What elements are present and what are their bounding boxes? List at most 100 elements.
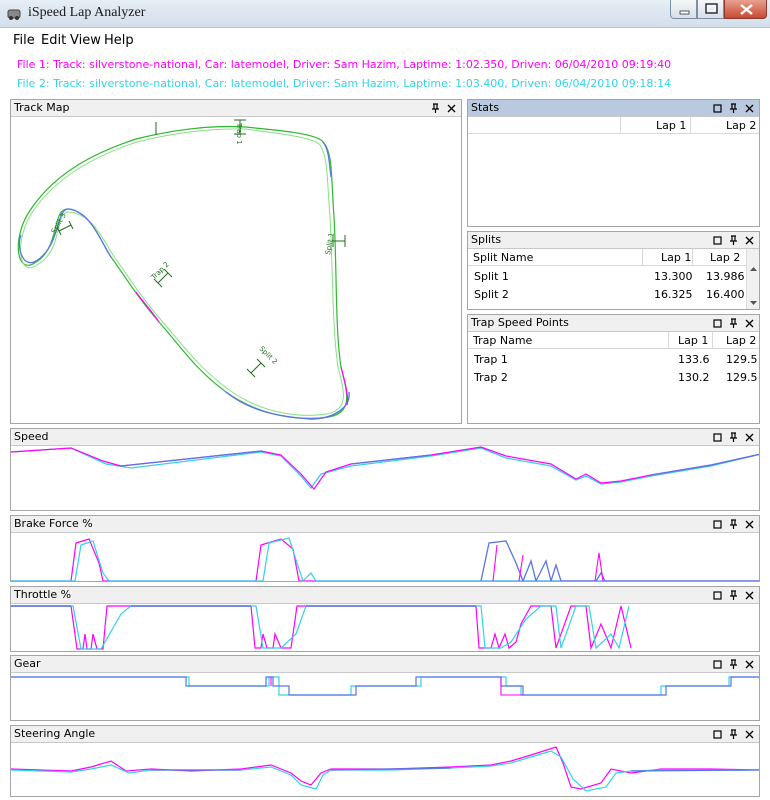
track-map-title: Track Map — [14, 101, 70, 114]
float-icon[interactable] — [712, 102, 723, 114]
close-icon[interactable] — [744, 518, 755, 530]
svg-text:Trap 2: Trap 2 — [149, 261, 171, 283]
float-icon[interactable] — [712, 728, 723, 740]
window-title: iSpeed Lap Analyzer — [28, 5, 146, 20]
stats-table: Lap 1 Lap 2 — [468, 117, 759, 226]
minimize-icon — [679, 10, 690, 15]
close-icon[interactable] — [744, 431, 755, 443]
speed-line-lap1 — [11, 446, 759, 490]
pin-icon[interactable] — [728, 317, 739, 329]
svg-text:Trap 1: Trap 1 — [235, 122, 243, 145]
splits-scrollbar[interactable] — [746, 249, 759, 309]
trap-speed-title: Trap Speed Points — [471, 316, 569, 329]
close-icon[interactable] — [744, 317, 755, 329]
throttle-panel: Throttle % — [10, 586, 760, 652]
brake-line-overlap — [480, 540, 759, 581]
maximize-button[interactable] — [697, 0, 724, 19]
table-row[interactable]: Trap 1 133.6 129.5 — [468, 351, 759, 369]
close-icon[interactable] — [744, 589, 755, 601]
steering-line-lap1 — [11, 746, 759, 790]
speed-header: Speed — [11, 429, 759, 446]
trap-col-name: Trap Name — [473, 334, 533, 347]
splits-header: Splits — [468, 232, 759, 249]
steering-header: Steering Angle — [11, 726, 759, 743]
speed-panel: Speed — [10, 428, 760, 511]
pin-icon[interactable] — [728, 102, 739, 114]
speed-title: Speed — [14, 430, 49, 443]
float-icon[interactable] — [712, 658, 723, 670]
stats-col-lap1: Lap 1 — [656, 119, 687, 132]
menu-view[interactable]: View — [70, 33, 101, 48]
stats-panel: Stats Lap 1 Lap 2 — [467, 99, 760, 227]
brake-graph[interactable] — [11, 533, 759, 581]
trap-col-lap1: Lap 1 — [678, 334, 709, 347]
splits-panel: Splits Split Name Lap 1 Lap 2 Split 1 13… — [467, 231, 760, 310]
table-row[interactable]: Split 2 16.325 16.400 — [468, 286, 746, 304]
marker-split-3: Split 3 — [50, 212, 74, 236]
file-1-info: File 1: Track: silverstone-national, Car… — [17, 58, 672, 71]
splits-col-name: Split Name — [473, 251, 534, 264]
close-icon[interactable] — [744, 728, 755, 740]
stats-col-lap2: Lap 2 — [726, 119, 757, 132]
float-icon[interactable] — [712, 234, 723, 246]
pin-icon[interactable] — [728, 728, 739, 740]
close-button[interactable] — [724, 0, 767, 19]
float-icon[interactable] — [712, 431, 723, 443]
trap-col-lap2: Lap 2 — [726, 334, 757, 347]
menu-help[interactable]: Help — [104, 33, 134, 48]
speed-line-lap2 — [11, 447, 759, 490]
marker-trap-2: Trap 2 — [149, 261, 173, 288]
table-row[interactable]: Split 1 13.300 13.986 — [468, 268, 746, 286]
pin-icon[interactable] — [728, 589, 739, 601]
pin-icon[interactable] — [728, 518, 739, 530]
pin-icon[interactable] — [728, 431, 739, 443]
track-segment — [225, 391, 350, 420]
close-icon[interactable] — [744, 658, 755, 670]
track-map-panel: Track Map Trap 1 Split 1 Split 2 Trap 2 … — [10, 99, 462, 424]
stats-table-header: Lap 1 Lap 2 — [468, 117, 759, 134]
close-icon[interactable] — [744, 234, 755, 246]
close-icon[interactable] — [446, 102, 457, 114]
brake-header: Brake Force % — [11, 516, 759, 533]
close-icon[interactable] — [744, 102, 755, 114]
steering-graph[interactable] — [11, 743, 759, 796]
table-row[interactable]: Trap 2 130.2 129.5 — [468, 369, 759, 387]
brake-panel: Brake Force % — [10, 515, 760, 582]
trap-speed-panel: Trap Speed Points Trap Name Lap 1 Lap 2 … — [467, 314, 760, 424]
track-outline-alt — [20, 128, 344, 416]
brake-title: Brake Force % — [14, 517, 93, 530]
pin-icon[interactable] — [728, 234, 739, 246]
pin-icon[interactable] — [430, 102, 441, 114]
splits-title: Splits — [471, 233, 502, 246]
maximize-icon — [705, 3, 718, 14]
brake-line-lap1-extra — [492, 544, 604, 581]
gear-panel: Gear — [10, 655, 760, 721]
float-icon[interactable] — [712, 317, 723, 329]
splits-table: Split Name Lap 1 Lap 2 Split 1 13.300 13… — [468, 249, 759, 309]
brake-line-lap1 — [11, 538, 759, 581]
track-segment — [135, 291, 160, 323]
title-bar: iSpeed Lap Analyzer — [0, 0, 770, 28]
menu-file[interactable]: File — [13, 33, 35, 48]
splits-table-header: Split Name Lap 1 Lap 2 — [468, 249, 746, 266]
track-map-canvas[interactable]: Trap 1 Split 1 Split 2 Trap 2 Split 3 — [11, 117, 461, 423]
speed-graph[interactable] — [11, 446, 759, 510]
track-outline — [17, 125, 348, 419]
file-2-info: File 2: Track: silverstone-national, Car… — [17, 77, 672, 90]
throttle-graph[interactable] — [11, 604, 759, 651]
app-icon — [7, 9, 21, 20]
throttle-header: Throttle % — [11, 587, 759, 604]
menu-bar: File Edit View Help — [0, 29, 770, 51]
trap-speed-table-header: Trap Name Lap 1 Lap 2 — [468, 332, 759, 349]
float-icon[interactable] — [712, 518, 723, 530]
stats-header: Stats — [468, 100, 759, 117]
splits-col-lap2: Lap 2 — [710, 251, 741, 264]
float-icon[interactable] — [712, 589, 723, 601]
steering-panel: Steering Angle — [10, 725, 760, 797]
svg-text:Split 1: Split 1 — [324, 232, 336, 255]
pin-icon[interactable] — [728, 658, 739, 670]
menu-edit[interactable]: Edit — [41, 33, 66, 48]
track-map-header: Track Map — [11, 100, 461, 117]
minimize-button[interactable] — [670, 0, 697, 19]
gear-graph[interactable] — [11, 673, 759, 720]
